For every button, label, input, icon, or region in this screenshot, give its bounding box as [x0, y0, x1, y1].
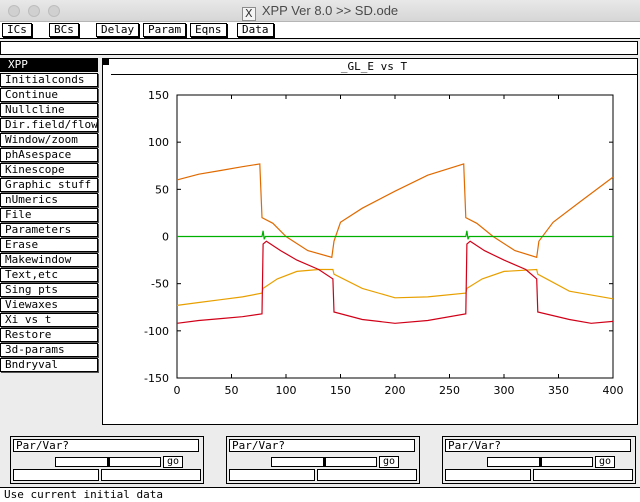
- menu-item-numerics[interactable]: nUmerics: [0, 193, 98, 207]
- x-tick-label: 400: [603, 384, 624, 397]
- y-tick-label: 50: [155, 183, 169, 196]
- window-title: XPP Ver 8.0 >> SD.ode: [261, 3, 399, 18]
- menu-item-initialconds[interactable]: Initialconds: [0, 73, 98, 87]
- slider-1-low-field[interactable]: [13, 469, 99, 481]
- y-tick-label: -100: [144, 325, 169, 338]
- menu-item-erase[interactable]: Erase: [0, 238, 98, 252]
- command-input[interactable]: [0, 41, 638, 55]
- data-button[interactable]: Data: [237, 23, 274, 37]
- slider-2-go-button[interactable]: go: [379, 456, 399, 468]
- menu-item-viewaxes[interactable]: Viewaxes: [0, 298, 98, 312]
- main-menu-title: XPP: [0, 58, 98, 72]
- slider-panel-2: Par/Var? go: [226, 436, 420, 484]
- slider-panel-1: Par/Var? go: [10, 436, 204, 484]
- menu-item-makewindow[interactable]: Makewindow: [0, 253, 98, 267]
- top-menu-bar: ICs BCs Delay Param Eqns Data: [0, 22, 640, 39]
- menu-item-sing-pts[interactable]: Sing pts: [0, 283, 98, 297]
- menu-item-bndryval[interactable]: Bndryval: [0, 358, 98, 372]
- slider-3-param-field[interactable]: Par/Var?: [445, 439, 631, 452]
- x11-logo-icon: X: [241, 7, 256, 21]
- x-tick-label: 250: [439, 384, 460, 397]
- delay-button[interactable]: Delay: [96, 23, 140, 37]
- slider-1-knob[interactable]: [107, 458, 110, 466]
- slider-2-high-field[interactable]: [317, 469, 417, 481]
- menu-item-phasespace[interactable]: phAsespace: [0, 148, 98, 162]
- slider-2-low-field[interactable]: [229, 469, 315, 481]
- slider-3-track[interactable]: [487, 457, 593, 467]
- title-bar: X XPP Ver 8.0 >> SD.ode: [0, 0, 640, 22]
- plot-area[interactable]: 0 50 100 150 200 250 300 350 400 150 100 50 0 -50 -100…: [103, 75, 637, 424]
- bcs-button[interactable]: BCs: [49, 23, 79, 37]
- x-tick-label: 350: [548, 384, 569, 397]
- x-tick-label: 300: [494, 384, 515, 397]
- slider-3-low-field[interactable]: [445, 469, 531, 481]
- y-tick-label: 150: [148, 89, 169, 102]
- menu-item-window-zoom[interactable]: Window/zoom: [0, 133, 98, 147]
- x-tick-label: 100: [276, 384, 297, 397]
- slider-3-high-field[interactable]: [533, 469, 633, 481]
- menu-item-dirfield[interactable]: Dir.field/flow: [0, 118, 98, 132]
- series-line-1: [176, 163, 614, 259]
- y-tick-label: -50: [151, 278, 169, 291]
- series-line-4: [177, 230, 613, 240]
- param-button[interactable]: Param: [143, 23, 187, 37]
- menu-item-text-etc[interactable]: Text,etc: [0, 268, 98, 282]
- x-tick-label: 0: [174, 384, 181, 397]
- slider-1-high-field[interactable]: [101, 469, 201, 481]
- series-line-3: [176, 240, 614, 324]
- menu-item-restore[interactable]: Restore: [0, 328, 98, 342]
- series-line-2: [176, 268, 614, 306]
- main-menu: XPP Initialconds Continue Nullcline Dir.…: [0, 58, 98, 372]
- slider-1-param-field[interactable]: Par/Var?: [13, 439, 199, 452]
- menu-item-3d-params[interactable]: 3d-params: [0, 343, 98, 357]
- menu-item-xi-vs-t[interactable]: Xi vs t: [0, 313, 98, 327]
- slider-1-go-button[interactable]: go: [163, 456, 183, 468]
- graph-title: _GL_E vs T: [111, 59, 637, 75]
- graph-window[interactable]: _GL_E vs T 0 50 100 150 200 250 300 350 400 150 10…: [102, 58, 638, 425]
- ics-button[interactable]: ICs: [2, 23, 32, 37]
- menu-item-kinescope[interactable]: Kinescope: [0, 163, 98, 177]
- menu-item-parameters[interactable]: Parameters: [0, 223, 98, 237]
- y-tick-label: 0: [162, 231, 169, 244]
- eqns-button[interactable]: Eqns: [190, 23, 227, 37]
- menu-item-nullcline[interactable]: Nullcline: [0, 103, 98, 117]
- status-bar: Use current initial data: [0, 487, 640, 502]
- menu-item-graphic-stuff[interactable]: Graphic stuff: [0, 178, 98, 192]
- window-corner-marker: [103, 59, 109, 65]
- slider-2-track[interactable]: [271, 457, 377, 467]
- y-tick-label: -150: [144, 372, 169, 385]
- slider-panel-3: Par/Var? go: [442, 436, 636, 484]
- slider-2-param-field[interactable]: Par/Var?: [229, 439, 415, 452]
- slider-2-knob[interactable]: [323, 458, 326, 466]
- menu-item-file[interactable]: File: [0, 208, 98, 222]
- slider-3-go-button[interactable]: go: [595, 456, 615, 468]
- slider-3-knob[interactable]: [539, 458, 542, 466]
- y-tick-label: 100: [148, 136, 169, 149]
- x-tick-label: 200: [385, 384, 406, 397]
- x-tick-label: 150: [330, 384, 351, 397]
- x-tick-label: 50: [225, 384, 239, 397]
- menu-item-continue[interactable]: Continue: [0, 88, 98, 102]
- slider-1-track[interactable]: [55, 457, 161, 467]
